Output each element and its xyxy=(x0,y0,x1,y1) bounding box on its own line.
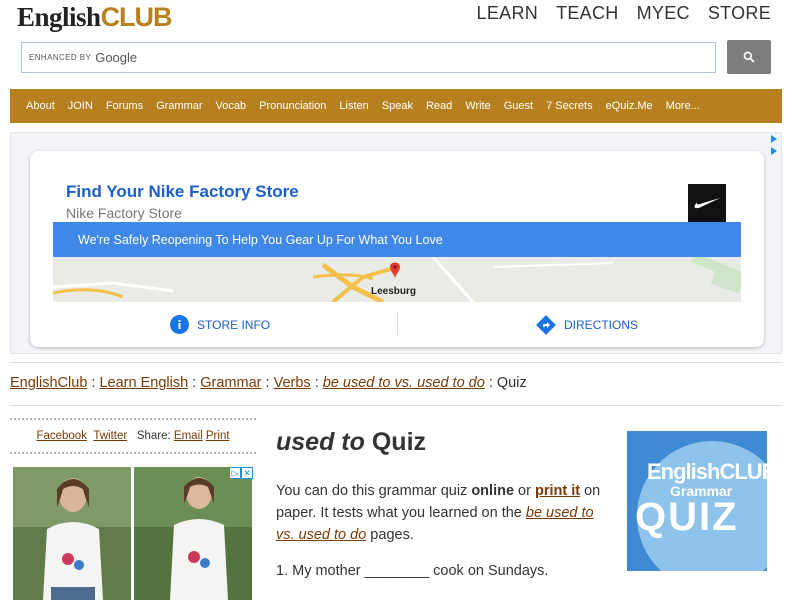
quiz-logo-line3: QUIZ xyxy=(635,495,739,539)
ad-photo-2[interactable] xyxy=(134,467,252,600)
intro-or: or xyxy=(514,483,535,499)
nav-guest[interactable]: Guest xyxy=(504,100,533,112)
directions-label: DIRECTIONS xyxy=(564,318,639,332)
ad-photo-1[interactable] xyxy=(13,467,131,600)
question-1: 1. My mother ________ cook on Sundays. xyxy=(276,563,549,579)
logo-text: English xyxy=(17,2,101,32)
nav-join[interactable]: JOIN xyxy=(68,100,93,112)
nav-equiz[interactable]: eQuiz.Me xyxy=(606,100,653,112)
divider-bottom xyxy=(10,405,782,406)
google-label: Google xyxy=(95,50,138,65)
map-label: Leesburg xyxy=(371,286,417,297)
info-icon xyxy=(170,315,189,334)
ad-title[interactable]: Find Your Nike Factory Store xyxy=(66,182,299,202)
breadcrumb-englishclub[interactable]: EnglishClub xyxy=(10,375,87,391)
ad-actions: STORE INFO DIRECTIONS xyxy=(30,309,764,339)
breadcrumb-verbs[interactable]: Verbs xyxy=(274,375,311,391)
nav-grammar[interactable]: Grammar xyxy=(156,100,202,112)
ad-map[interactable]: Leesburg xyxy=(53,257,741,302)
search-icon xyxy=(743,51,755,63)
enhanced-by-label: ENHANCED BY xyxy=(29,53,92,62)
breadcrumb-sep: : xyxy=(484,375,497,391)
nike-swoosh-icon xyxy=(694,198,720,209)
store-info-label: STORE INFO xyxy=(197,317,271,332)
nav-forums[interactable]: Forums xyxy=(106,100,143,112)
share-label: Share: xyxy=(136,430,171,442)
nav-write[interactable]: Write xyxy=(465,100,490,112)
breadcrumb-sep: : xyxy=(87,375,100,391)
nav-vocab[interactable]: Vocab xyxy=(216,100,247,112)
ad-actions-divider xyxy=(397,311,398,335)
adchoices-small-icon[interactable]: ▷ xyxy=(229,467,241,479)
breadcrumb-used-to[interactable]: be used to vs. used to do xyxy=(323,375,485,391)
nav-more[interactable]: More... xyxy=(666,100,700,112)
title-used-to: used to xyxy=(276,428,365,456)
store-info-button[interactable]: STORE INFO xyxy=(170,315,270,334)
nav-7-secrets[interactable]: 7 Secrets xyxy=(546,100,592,112)
divider-top xyxy=(10,362,782,363)
breadcrumb-current: Quiz xyxy=(496,375,527,391)
englishclub-logo[interactable]: English CLUB xyxy=(17,2,173,36)
breadcrumb: EnglishClub : Learn English : Grammar : … xyxy=(10,375,527,391)
print-link[interactable]: Print xyxy=(206,430,230,442)
directions-icon xyxy=(536,315,556,335)
print-it-link[interactable]: print it xyxy=(535,483,580,499)
page-title: used to Quiz xyxy=(276,428,426,457)
nike-logo xyxy=(688,184,726,222)
intro-online: online xyxy=(471,483,515,499)
ad-container: Find Your Nike Factory Store Nike Factor… xyxy=(10,132,782,354)
nav-about[interactable]: About xyxy=(26,100,55,112)
ad-subtitle: Nike Factory Store xyxy=(66,205,182,221)
twitter-link[interactable]: Twitter xyxy=(93,430,127,442)
nav-speak[interactable]: Speak xyxy=(382,100,413,112)
top-nav-store[interactable]: STORE xyxy=(708,3,771,24)
breadcrumb-sep: : xyxy=(310,375,323,391)
intro-text-3: pages. xyxy=(366,527,414,543)
nav-pronunciation[interactable]: Pronunciation xyxy=(259,100,326,112)
breadcrumb-sep: : xyxy=(188,375,201,391)
search-input[interactable]: ENHANCED BY Google xyxy=(21,42,716,73)
breadcrumb-grammar[interactable]: Grammar xyxy=(200,375,261,391)
nav-read[interactable]: Read xyxy=(426,100,452,112)
close-ad-icon[interactable]: ✕ xyxy=(241,467,253,479)
top-nav: LEARN TEACH MYEC STORE xyxy=(477,3,771,24)
intro-text: You can do this grammar quiz xyxy=(276,483,472,499)
breadcrumb-learn-english[interactable]: Learn English xyxy=(99,375,188,391)
title-quiz: Quiz xyxy=(364,428,427,456)
facebook-link[interactable]: Facebook xyxy=(36,430,87,442)
nav-listen[interactable]: Listen xyxy=(339,100,368,112)
directions-button[interactable]: DIRECTIONS xyxy=(536,315,638,335)
adchoices-icon[interactable] xyxy=(769,133,779,158)
search-button[interactable] xyxy=(727,40,771,74)
quiz-logo-line1: EnglishCLUB xyxy=(647,459,767,484)
logo-accent: CLUB xyxy=(100,2,173,32)
grammar-quiz-logo: EnglishCLUB Grammar QUIZ xyxy=(627,431,767,571)
side-ad[interactable]: ▷ ✕ xyxy=(13,467,253,600)
breadcrumb-sep: : xyxy=(261,375,274,391)
share-bar: Facebook Twitter Share: Email Print xyxy=(10,418,256,454)
quiz-intro: You can do this grammar quiz online or p… xyxy=(276,480,616,546)
main-nav: About JOIN Forums Grammar Vocab Pronunci… xyxy=(10,89,782,123)
ad-banner[interactable]: We're Safely Reopening To Help You Gear … xyxy=(53,222,741,257)
top-nav-myec[interactable]: MYEC xyxy=(637,3,690,24)
top-nav-teach[interactable]: TEACH xyxy=(556,3,619,24)
ad-controls: ▷ ✕ xyxy=(229,467,253,479)
email-link[interactable]: Email xyxy=(174,430,203,442)
top-nav-learn[interactable]: LEARN xyxy=(477,3,539,24)
ad-card[interactable]: Find Your Nike Factory Store Nike Factor… xyxy=(30,151,764,347)
